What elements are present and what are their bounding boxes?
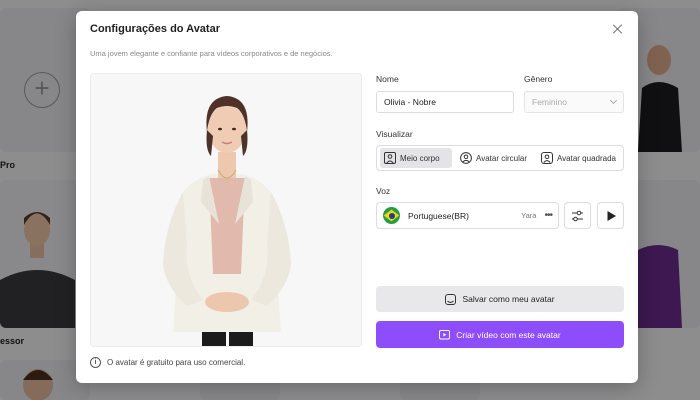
info-icon: i — [90, 357, 101, 368]
gender-select[interactable]: Feminino — [524, 91, 624, 113]
avatar-preview — [90, 73, 362, 347]
close-icon[interactable] — [610, 21, 626, 37]
view-options: Meio corpo Avatar circular Avatar quadra… — [376, 145, 624, 171]
save-avatar-label: Salvar como meu avatar — [462, 294, 555, 304]
voice-name: Yara — [521, 211, 537, 220]
create-video-button[interactable]: Criar vídeo com este avatar — [376, 321, 624, 348]
view-label: Visualizar — [376, 129, 413, 139]
half-body-icon — [384, 152, 396, 164]
view-option-circle[interactable]: Avatar circular — [456, 148, 531, 168]
name-label: Nome — [376, 74, 399, 84]
gender-label: Gênero — [524, 74, 553, 84]
square-avatar-icon — [540, 152, 553, 164]
gender-value: Feminino — [532, 97, 567, 107]
avatar-image — [163, 96, 291, 346]
view-option-square[interactable]: Avatar quadrada — [537, 148, 620, 168]
commercial-use-info: i O avatar é gratuito para uso comercial… — [90, 357, 245, 368]
circle-avatar-icon — [460, 152, 472, 164]
more-options-icon[interactable]: ••• — [544, 210, 552, 220]
info-text: O avatar é gratuito para uso comercial. — [107, 358, 246, 367]
play-voice-button[interactable] — [597, 202, 624, 229]
avatar-settings-modal: Configurações do Avatar Uma jovem elegan… — [76, 11, 638, 383]
create-video-label: Criar vídeo com este avatar — [456, 329, 561, 340]
voice-selector[interactable]: Portuguese(BR) Yara ••• — [376, 202, 559, 229]
voice-label: Voz — [376, 186, 391, 196]
save-avatar-icon — [445, 293, 457, 305]
view-option-label: Avatar circular — [476, 153, 527, 163]
sliders-icon — [572, 210, 583, 221]
voice-language: Portuguese(BR) — [408, 210, 469, 221]
save-avatar-button[interactable]: Salvar como meu avatar — [376, 286, 624, 312]
play-icon — [607, 210, 616, 221]
voice-settings-button[interactable] — [564, 202, 591, 229]
modal-description: Uma jovem elegante e confiante para víde… — [90, 49, 333, 58]
view-option-half-body[interactable]: Meio corpo — [380, 148, 452, 168]
name-input[interactable] — [376, 91, 514, 113]
view-option-label: Avatar quadrada — [556, 153, 616, 163]
modal-title: Configurações do Avatar — [90, 23, 220, 35]
view-option-label: Meio corpo — [400, 153, 440, 163]
chevron-down-icon — [609, 96, 618, 105]
brazil-flag-icon — [383, 207, 400, 224]
video-icon — [439, 330, 451, 340]
